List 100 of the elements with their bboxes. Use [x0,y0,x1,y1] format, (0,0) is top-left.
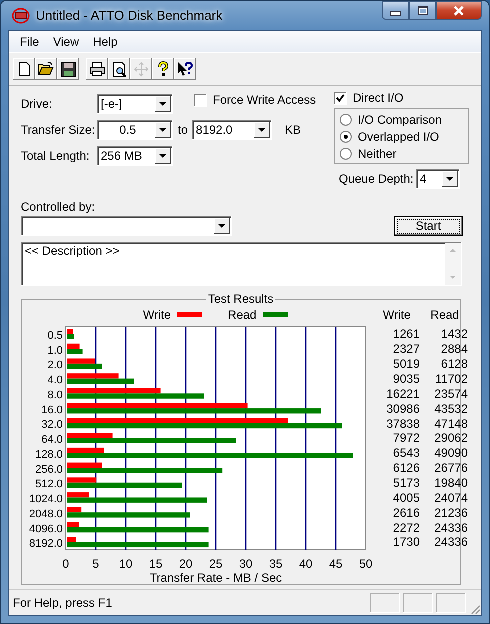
category-label: 32.0 [42,419,63,432]
open-folder-icon [38,60,54,78]
write-bar [67,507,82,513]
read-bar [67,334,74,340]
table-cell-text: 1432 [440,327,468,342]
table-cell-text: 6126 [392,461,420,476]
tick-label: 0 [62,557,70,571]
controlled-by-dropdown[interactable] [21,216,232,236]
axis-title: Transfer Rate - MB / Sec [150,571,282,585]
maximize-button[interactable] [409,1,436,20]
status-pane [403,592,433,612]
table-cell-text: 29062 [434,431,468,446]
start-button[interactable]: Start [394,216,463,236]
toolbar-button[interactable] [86,58,108,80]
checkbox[interactable] [334,92,347,104]
category-label: 1024.0 [29,494,63,506]
toolbar-button[interactable] [57,58,79,80]
print-preview-icon [110,60,128,78]
table-cell-text: 6128 [440,357,468,372]
queue-depth-dropdown[interactable]: 4 [416,169,460,189]
category-label: 8.0 [48,389,63,402]
tick-label: 40 [299,557,313,571]
toolbar-button[interactable] [108,58,130,80]
table-cell-text: 1261 [392,327,420,342]
field-label: Queue Depth: [339,172,415,186]
table-cell-text: 24336 [434,535,468,550]
menu-item[interactable]: Help [86,34,125,48]
field-label: Transfer Size: [21,123,96,137]
window-title: Untitled - ATTO Disk Benchmark [36,8,223,23]
toolbar-button[interactable] [35,58,57,80]
dropdown-button[interactable] [442,171,458,187]
status-text: For Help, press F1 [12,596,112,610]
scrollbar[interactable] [445,243,461,285]
radio-button[interactable] [340,148,352,160]
tick-label: 35 [269,557,283,571]
tick-label: 45 [329,557,343,571]
table-cell-text: 11702 [434,372,468,386]
category-label: 512.0 [35,478,63,491]
category-label: 8192.0 [29,538,63,550]
write-bar [67,329,74,334]
dropdown-button[interactable] [155,96,171,112]
dropdown-button[interactable] [214,218,230,234]
dropdown-button[interactable] [155,122,171,138]
table-cell-text: 9035 [392,372,420,386]
menu-item[interactable]: File [13,34,46,48]
read-bar [67,364,102,370]
total-length-dropdown[interactable]: 256 MB [97,146,173,166]
write-bar [67,358,96,364]
status-pane [436,592,466,612]
radio-label: Overlapped I/O [358,130,440,144]
radio-button[interactable] [340,131,352,143]
legend-label: Read [228,308,257,322]
description-field[interactable]: << Description >> [21,242,462,286]
field-label: Total Length: [21,149,91,163]
toolbar-button[interactable] [13,58,35,80]
table-cell-text: 6543 [392,446,420,460]
menu-item[interactable]: View [46,34,86,48]
tick-label: 20 [179,557,193,571]
table-cell-text: 5019 [392,357,420,372]
transfer-size-to-dropdown[interactable]: 8192.0 [192,120,272,140]
move-arrows-icon [132,60,150,78]
tick-label: 5 [92,557,100,571]
table-cell-text: 21236 [434,506,468,520]
dropdown-button[interactable] [254,122,270,138]
read-bar [67,378,134,384]
table-cell-text: 7972 [392,431,420,446]
toolbar-button[interactable] [152,58,174,80]
write-bar [67,448,104,454]
dropdown-button[interactable] [155,148,171,164]
toolbar-button[interactable] [174,58,196,80]
radio-button[interactable] [340,114,352,126]
radio-label: Neither [358,147,397,161]
checkbox[interactable] [194,94,207,106]
transfer-size-from-dropdown[interactable]: 0.5 [97,120,173,140]
category-label: 4.0 [48,374,63,387]
category-label: 256.0 [35,464,63,476]
resize-grip-icon [469,603,481,615]
write-bar [67,492,90,498]
checkbox-label: Force Write Access [213,93,316,107]
write-bar [67,478,97,483]
drive-dropdown[interactable]: [-e-] [97,94,173,114]
close-button[interactable] [436,1,482,20]
category-label: 1.0 [48,344,63,357]
table-cell-text: 16221 [386,386,420,401]
table-cell-text: 30986 [386,402,420,416]
context-help-icon [176,60,194,78]
read-bar [67,349,83,354]
category-label: 0.5 [48,330,63,342]
column-header: Write [382,308,412,322]
write-bar [67,433,113,438]
table-cell-text: 2272 [392,520,420,535]
tick-label: 30 [239,557,253,571]
category-label: 4096.0 [29,523,63,536]
table-cell-text: 49090 [434,446,468,460]
minimize-button[interactable] [382,1,409,20]
write-bar [67,537,76,542]
table-cell-text: 5173 [392,476,420,490]
checkbox-label: Direct I/O [353,91,404,105]
category-label: 16.0 [42,404,63,416]
category-label: 2048.0 [29,508,63,520]
